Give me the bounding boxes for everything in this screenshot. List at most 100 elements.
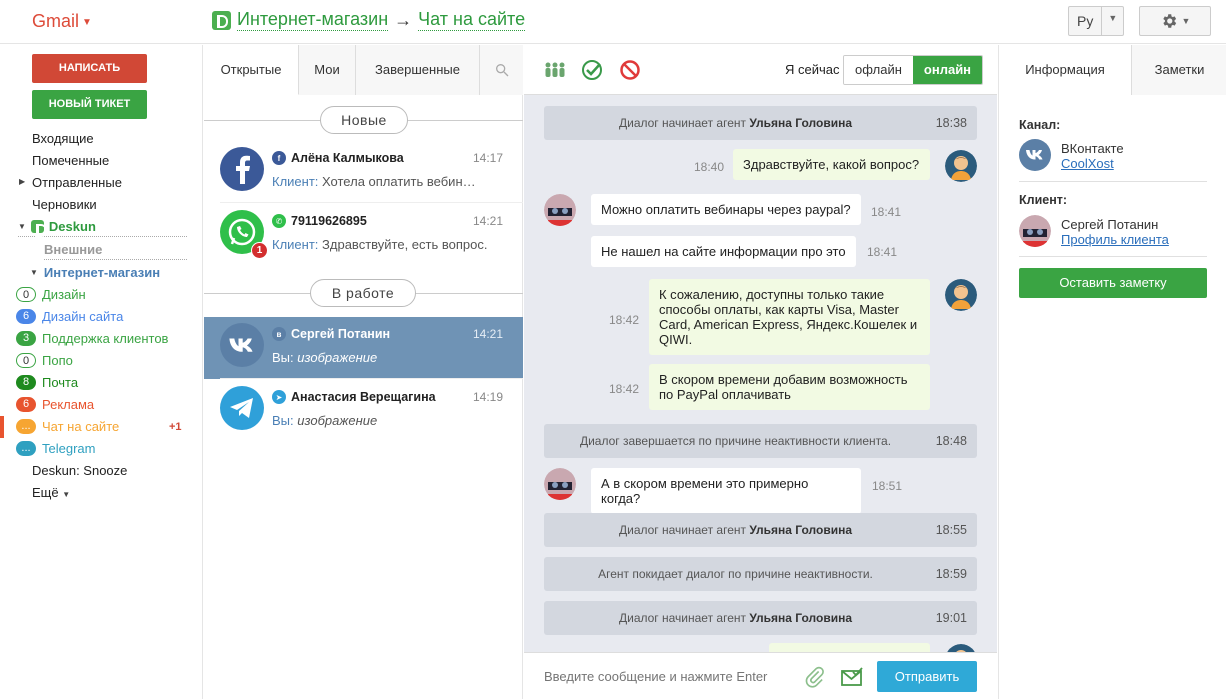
label-count-badge: 8 — [16, 375, 36, 390]
conversation-time: 14:21 — [472, 327, 503, 341]
folder-drafts[interactable]: Черновики — [32, 197, 97, 212]
sidebar-label-item[interactable]: 0 Дизайн — [16, 287, 86, 302]
message-time: 18:42 — [609, 382, 640, 396]
conversation-item[interactable]: f Алёна Калмыкова 14:17 Клиент: Хотела опла… — [204, 141, 523, 203]
sidebar-item-shop[interactable]: ▼ Интернет-магазин — [30, 265, 160, 280]
telegram-avatar-icon — [220, 386, 264, 430]
conversation-item[interactable]: ➤ Анастасия Верещагина 14:19 Вы: изображени… — [204, 380, 523, 442]
gmail-app-menu[interactable]: Gmail ▼ — [32, 11, 92, 32]
chevron-down-icon: ▼ — [62, 490, 71, 499]
tab-info[interactable]: Информация — [999, 45, 1132, 95]
label-name: Дизайн — [42, 287, 86, 302]
new-ticket-button[interactable]: НОВЫЙ ТИКЕТ — [32, 90, 147, 119]
folder-sent[interactable]: ▶ Отправленные — [19, 175, 122, 190]
status-offline-button[interactable]: офлайн — [844, 56, 913, 84]
client-message: А в скором времени это примерно когда? — [591, 468, 861, 514]
breadcrumb-root[interactable]: Интернет-магазин — [237, 9, 389, 31]
client-avatar — [1019, 215, 1051, 247]
label-count-badge: 6 — [16, 397, 36, 412]
tab-notes[interactable]: Заметки — [1132, 45, 1226, 95]
label-count-badge: 0 — [16, 287, 36, 302]
label-name: Поддержка клиентов — [42, 331, 169, 346]
chevron-down-icon: ▼ — [1101, 7, 1123, 35]
search-button[interactable] — [480, 45, 523, 95]
sidebar-label-item[interactable]: 0 Попо — [16, 353, 73, 368]
vk-icon — [1019, 139, 1051, 171]
label-count-badge: ... — [16, 419, 36, 434]
compose-button[interactable]: НАПИСАТЬ — [32, 54, 147, 83]
conversation-item[interactable]: 1 ✆ 79119626895 14:21 Клиент: Здравствуйте, … — [204, 204, 523, 266]
channel-name: ВКонтакте — [1061, 141, 1124, 156]
settings-button[interactable]: ▼ — [1139, 6, 1211, 36]
sidebar-label-item[interactable]: 8 Почта — [16, 375, 78, 390]
message-time: 18:42 — [609, 313, 640, 327]
deskun-logo-icon — [212, 10, 231, 30]
sidebar-label-item[interactable]: 6 Реклама — [16, 397, 94, 412]
folder-starred[interactable]: Помеченные — [32, 153, 109, 168]
message-time: 18:41 — [867, 245, 898, 259]
label-name: Чат на сайте — [42, 419, 120, 434]
message-list: Диалог начинает агент Ульяна Головина 18:… — [524, 96, 997, 652]
sidebar-item-deskun[interactable]: ▼ Deskun — [18, 219, 187, 237]
client-profile-link[interactable]: Профиль клиента — [1061, 232, 1169, 247]
sidebar-item-external[interactable]: Внешние — [44, 242, 187, 260]
conversation-tabs: Открытые Мои Завершенные — [204, 45, 523, 95]
channel-link[interactable]: CoolXost — [1061, 156, 1114, 171]
shop-label: Интернет-магазин — [43, 265, 161, 280]
conversation-name: f Алёна Калмыкова — [272, 151, 404, 165]
client-message: Можно оплатить вебинары через paypal? — [591, 194, 861, 225]
system-message: Агент покидает диалог по причине неактив… — [544, 557, 977, 591]
label-name: Почта — [42, 375, 79, 390]
resolve-check-icon[interactable] — [581, 59, 603, 81]
search-icon — [495, 64, 508, 77]
channel-heading: Канал: — [1019, 118, 1061, 132]
unread-badge: 1 — [251, 242, 268, 259]
paperclip-icon[interactable] — [804, 666, 826, 688]
status-toggle: офлайн онлайн — [843, 55, 984, 85]
language-select[interactable]: Ру ▼ — [1068, 6, 1125, 36]
client-name: Сергей Потанин — [1061, 217, 1159, 232]
conversation-name: в Сергей Потанин — [272, 327, 390, 341]
more-menu[interactable]: Ещё ▼ — [32, 485, 70, 500]
template-envelope-icon[interactable] — [840, 666, 864, 688]
status-online-button[interactable]: онлайн — [912, 56, 983, 84]
tab-completed[interactable]: Завершенные — [356, 45, 480, 95]
sidebar-label-item[interactable]: 3 Поддержка клиентов — [16, 331, 168, 346]
agents-icon[interactable] — [544, 60, 566, 80]
system-message: Диалог начинает агент Ульяна Головина 18:… — [544, 513, 977, 547]
label-count-badge: 6 — [16, 309, 36, 324]
tab-mine[interactable]: Мои — [299, 45, 356, 95]
divider — [1019, 181, 1207, 182]
breadcrumb-current[interactable]: Чат на сайте — [418, 9, 526, 31]
label-name: Реклама — [42, 397, 95, 412]
message-time: 18:51 — [872, 479, 903, 493]
client-avatar — [544, 468, 576, 500]
divider — [1019, 256, 1207, 257]
leave-note-button[interactable]: Оставить заметку — [1019, 268, 1207, 298]
conversation-item[interactable]: в Сергей Потанин 14:21 Вы: изображение — [204, 317, 523, 379]
vk-avatar-icon — [220, 323, 264, 367]
sidebar-item-snooze[interactable]: Deskun: Snooze — [32, 463, 127, 478]
send-button[interactable]: Отправить — [877, 661, 977, 692]
deskun-logo-icon — [30, 220, 47, 237]
message-time: 18:40 — [694, 160, 725, 174]
tab-open[interactable]: Открытые — [204, 45, 299, 95]
gear-icon — [1162, 14, 1176, 28]
sidebar-label-item[interactable]: 6 Дизайн сайта — [16, 309, 123, 324]
sidebar: НАПИСАТЬ НОВЫЙ ТИКЕТ Входящие Помеченные… — [0, 45, 203, 699]
message-input[interactable] — [534, 662, 794, 690]
section-work-label: В работе — [310, 279, 416, 307]
info-tabs: Информация Заметки — [999, 45, 1226, 95]
folder-inbox[interactable]: Входящие — [32, 131, 94, 146]
sidebar-label-item[interactable]: ... Чат на сайте +1 — [0, 416, 182, 438]
conversation-time: 14:17 — [472, 151, 503, 165]
sidebar-label-item[interactable]: ... Telegram — [16, 441, 95, 456]
status-label: Я сейчас — [785, 62, 840, 77]
language-value: Ру — [1077, 13, 1094, 29]
block-icon[interactable] — [619, 59, 641, 81]
conversation-preview: Вы: изображение — [272, 350, 378, 365]
folder-sent-label: Отправленные — [32, 175, 122, 190]
message-time: 18:41 — [871, 205, 902, 219]
gmail-label: Gmail — [32, 11, 80, 31]
system-message: Диалог начинает агент Ульяна Головина 19:… — [544, 601, 977, 635]
